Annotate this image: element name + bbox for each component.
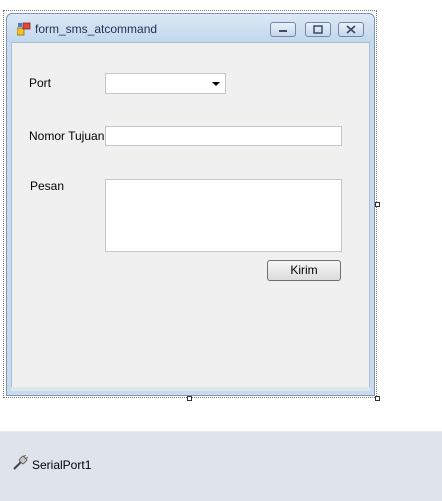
form-window: form_sms_atcommand Port Nomor Tujuan Pes… xyxy=(6,13,375,396)
nomor-tujuan-label: Nomor Tujuan xyxy=(29,129,105,143)
window-bottom-border xyxy=(11,387,370,391)
window-title: form_sms_atcommand xyxy=(35,22,158,36)
serial-port-label[interactable]: SerialPort1 xyxy=(32,458,91,472)
app-icon xyxy=(17,22,31,36)
port-label: Port xyxy=(29,76,52,90)
minimize-icon xyxy=(279,30,287,32)
title-bar: form_sms_atcommand xyxy=(7,14,374,42)
maximize-button[interactable] xyxy=(305,22,331,37)
close-button[interactable] xyxy=(338,22,364,37)
kirim-button[interactable]: Kirim xyxy=(267,260,341,281)
close-icon xyxy=(346,25,356,34)
pesan-textarea[interactable] xyxy=(105,179,342,252)
component-tray: SerialPort1 xyxy=(0,431,442,501)
nomor-tujuan-input[interactable] xyxy=(105,126,342,146)
form-client-area: Port Nomor Tujuan Pesan Kirim xyxy=(11,42,370,389)
serial-port-icon[interactable] xyxy=(12,455,28,471)
resize-handle-right[interactable] xyxy=(375,202,380,207)
pesan-label: Pesan xyxy=(30,179,65,193)
maximize-icon xyxy=(313,25,323,34)
port-combobox[interactable] xyxy=(105,73,226,94)
chevron-down-icon[interactable] xyxy=(212,82,220,86)
minimize-button[interactable] xyxy=(270,22,296,37)
resize-handle-bottom[interactable] xyxy=(187,396,192,401)
resize-handle-corner[interactable] xyxy=(375,396,380,401)
